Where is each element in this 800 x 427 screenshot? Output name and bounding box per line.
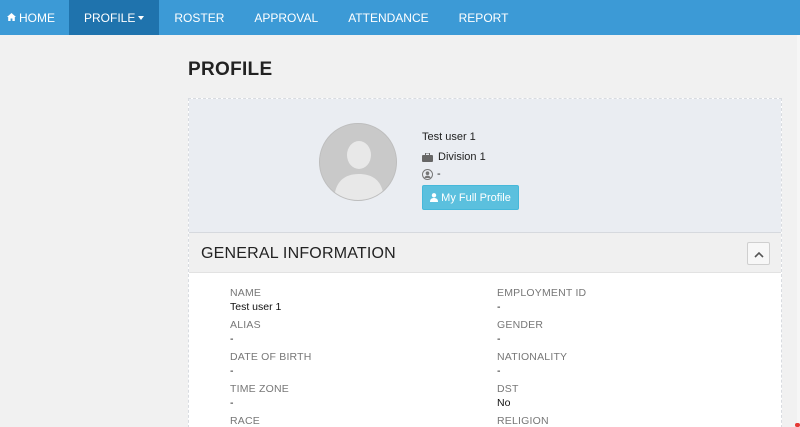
field-label: NATIONALITY — [497, 351, 568, 363]
user-division: Division 1 — [422, 151, 486, 163]
field-name: NAME Test user 1 — [230, 287, 281, 313]
field-dst: DST No — [497, 383, 519, 409]
nav-home-label: HOME — [19, 10, 55, 25]
user-extra: - — [422, 168, 441, 180]
field-label: RACE — [230, 415, 260, 427]
profile-card: Test user 1 Division 1 - My Full Profile… — [188, 98, 782, 427]
top-navbar: HOME PROFILE ROSTER APPROVAL ATTENDANCE … — [0, 0, 800, 35]
home-icon — [7, 12, 16, 23]
field-label: NAME — [230, 287, 262, 299]
field-label: RELIGION — [497, 415, 549, 427]
page-title: PROFILE — [188, 59, 273, 80]
field-label: ALIAS — [230, 319, 261, 331]
notification-dot — [795, 423, 800, 427]
field-time-zone: TIME ZONE - — [230, 383, 289, 409]
user-circle-icon — [422, 168, 433, 180]
briefcase-icon — [422, 152, 433, 162]
general-information-header: GENERAL INFORMATION — [189, 233, 781, 273]
nav-home[interactable]: HOME — [0, 0, 69, 35]
field-nationality: NATIONALITY - — [497, 351, 567, 377]
field-value: - — [230, 365, 234, 377]
field-value: - — [497, 301, 501, 313]
chevron-up-icon — [753, 245, 764, 263]
field-label: GENDER — [497, 319, 544, 331]
user-division-label: Division 1 — [438, 151, 486, 163]
nav-report-label: REPORT — [458, 10, 509, 25]
field-value: - — [230, 333, 234, 345]
field-date-of-birth: DATE OF BIRTH - — [230, 351, 312, 377]
nav-roster-label: ROSTER — [174, 10, 225, 25]
general-information-title: GENERAL INFORMATION — [201, 245, 396, 262]
left-sidebar — [0, 35, 167, 427]
caret-down-icon — [138, 16, 145, 20]
field-value: - — [497, 333, 501, 345]
avatar — [319, 123, 397, 201]
field-label: EMPLOYMENT ID — [497, 287, 587, 299]
user-extra-value: - — [437, 168, 441, 180]
field-gender: GENDER - — [497, 319, 543, 345]
field-race: RACE — [230, 415, 260, 427]
field-alias: ALIAS - — [230, 319, 261, 345]
field-label: TIME ZONE — [230, 383, 289, 395]
nav-approval[interactable]: APPROVAL — [239, 0, 333, 35]
user-icon — [430, 193, 439, 202]
field-religion: RELIGION — [497, 415, 549, 427]
nav-attendance[interactable]: ATTENDANCE — [333, 0, 443, 35]
nav-attendance-label: ATTENDANCE — [348, 10, 429, 25]
nav-roster[interactable]: ROSTER — [159, 0, 239, 35]
nav-profile[interactable]: PROFILE — [69, 0, 160, 35]
profile-summary: Test user 1 Division 1 - My Full Profile — [189, 99, 781, 233]
field-value: Test user 1 — [230, 301, 282, 313]
my-full-profile-button[interactable]: My Full Profile — [422, 185, 519, 210]
user-name: Test user 1 — [422, 131, 476, 143]
field-value: - — [230, 397, 234, 409]
nav-report[interactable]: REPORT — [444, 0, 524, 35]
field-value: - — [497, 365, 501, 377]
nav-profile-label: PROFILE — [84, 10, 136, 25]
my-full-profile-label: My Full Profile — [441, 191, 511, 204]
field-employment-id: EMPLOYMENT ID - — [497, 287, 586, 313]
field-label: DST — [497, 383, 519, 395]
field-value: No — [497, 397, 511, 409]
nav-approval-label: APPROVAL — [254, 10, 319, 25]
collapse-button[interactable] — [747, 242, 770, 265]
field-label: DATE OF BIRTH — [230, 351, 312, 363]
